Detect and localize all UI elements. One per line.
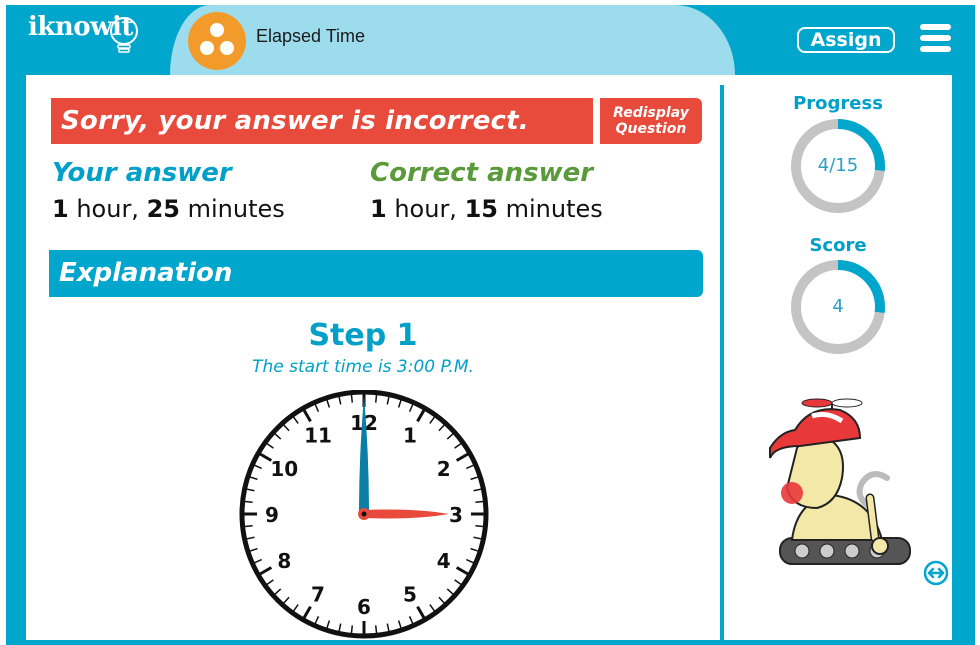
three-dots-icon: [188, 12, 246, 70]
explanation-header: Explanation: [49, 250, 703, 297]
clock-number: 8: [277, 549, 291, 573]
lightbulb-icon: [110, 17, 138, 53]
incorrect-banner: Sorry, your answer is incorrect.: [51, 98, 593, 144]
minute-word: minutes: [497, 195, 603, 223]
clock-center-pin: [361, 511, 367, 517]
correct-hours: 1: [370, 195, 387, 223]
hamburger-menu-icon[interactable]: [920, 24, 951, 52]
your-answer-label: Your answer: [52, 158, 232, 188]
correct-answer-value: 1 hour, 15 minutes: [370, 195, 603, 223]
minute-tick: [244, 500, 253, 504]
clock-number: 6: [357, 595, 371, 619]
clock-number: 11: [304, 423, 332, 447]
your-answer-value: 1 hour, 25 minutes: [52, 195, 285, 223]
correct-answer-label: Correct answer: [370, 158, 594, 188]
redisplay-line2: Question: [615, 121, 687, 137]
step-title: Step 1: [308, 318, 418, 353]
assign-button[interactable]: Assign: [797, 27, 895, 53]
menu-bar: [920, 46, 951, 52]
score-value: 4: [832, 296, 844, 317]
minute-tick: [244, 524, 253, 528]
score-label: Score: [809, 235, 867, 256]
minute-word: minutes: [179, 195, 285, 223]
analog-clock: 121234567891011: [239, 390, 489, 639]
minute-tick: [475, 500, 484, 504]
clock-number: 3: [449, 503, 463, 527]
robot-mascot-image: [769, 398, 911, 565]
menu-bar: [920, 35, 951, 41]
your-hours: 1: [52, 195, 69, 223]
lesson-title: Elapsed Time: [256, 26, 366, 46]
minute-tick: [350, 394, 354, 403]
minute-tick: [350, 625, 354, 634]
clock-number: 5: [403, 583, 417, 607]
clock-number: 1: [403, 423, 417, 447]
minute-tick: [475, 524, 484, 528]
hour-word: hour,: [386, 195, 465, 223]
clock-number: 4: [437, 549, 451, 573]
minute-tick: [374, 625, 378, 634]
your-minutes: 25: [146, 195, 180, 223]
redisplay-line1: Redisplay: [613, 105, 689, 121]
clock-number: 2: [437, 457, 451, 481]
clock-number: 10: [270, 457, 298, 481]
clock-number: 7: [311, 583, 325, 607]
progress-value: 4/15: [817, 155, 859, 176]
clock-number: 9: [265, 503, 279, 527]
progress-label: Progress: [793, 93, 883, 114]
menu-bar: [920, 24, 951, 30]
hour-word: hour,: [68, 195, 147, 223]
step-description: The start time is 3:00 P.M.: [252, 357, 474, 377]
redisplay-question-button[interactable]: Redisplay Question: [600, 98, 702, 144]
lesson-title-pill: [170, 5, 735, 75]
sidebar-divider: [720, 85, 724, 640]
correct-minutes: 15: [464, 195, 498, 223]
swap-arrows-icon[interactable]: [923, 560, 949, 586]
minute-tick: [374, 394, 378, 403]
